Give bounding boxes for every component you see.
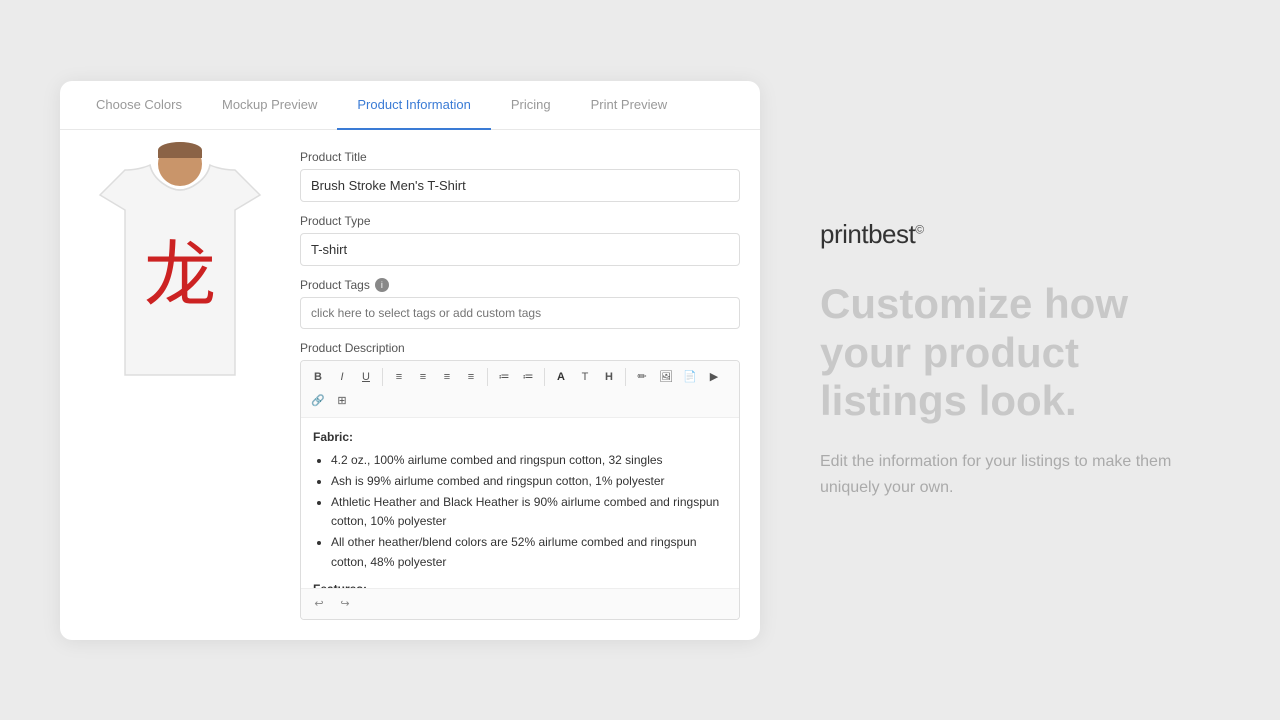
person-overlay [90, 150, 270, 400]
sep3 [544, 368, 545, 386]
undo-btn[interactable]: ↩ [309, 594, 329, 614]
product-tags-label-row: Product Tags i [300, 278, 740, 292]
right-side: printbest© Customize how your product li… [800, 199, 1220, 520]
underline-btn[interactable]: U [355, 366, 377, 388]
product-type-label: Product Type [300, 214, 740, 228]
fabric-item-0: 4.2 oz., 100% airlume combed and ringspu… [331, 451, 727, 470]
table-btn[interactable]: ⊞ [331, 390, 353, 412]
image-btn[interactable]: 🖼 [655, 366, 677, 388]
sep2 [487, 368, 488, 386]
tab-choose-colors[interactable]: Choose Colors [76, 81, 202, 130]
product-tags-label: Product Tags [300, 278, 370, 292]
fabric-item-2: Athletic Heather and Black Heather is 90… [331, 493, 727, 531]
redo-btn[interactable]: ↪ [335, 594, 355, 614]
product-title-group: Product Title [300, 150, 740, 202]
product-description-label: Product Description [300, 341, 740, 355]
product-title-input[interactable] [300, 169, 740, 202]
product-description-group: Product Description B I U ≡ ≡ ≡ ≡ [300, 341, 740, 620]
align-center-btn[interactable]: ≡ [412, 366, 434, 388]
tab-mockup-preview[interactable]: Mockup Preview [202, 81, 337, 130]
product-type-input[interactable] [300, 233, 740, 266]
align-left-btn[interactable]: ≡ [388, 366, 410, 388]
page-wrapper: Choose Colors Mockup Preview Product Inf… [0, 0, 1280, 720]
brand-name: printbest [820, 219, 915, 249]
card-body: 龙 Product Title [60, 130, 760, 640]
link-btn[interactable]: 🔗 [307, 390, 329, 412]
product-tags-group: Product Tags i [300, 278, 740, 329]
video-btn[interactable]: ▶ [703, 366, 725, 388]
bold-btn[interactable]: B [307, 366, 329, 388]
info-icon: i [375, 278, 389, 292]
font-color-btn[interactable]: A [550, 366, 572, 388]
list-ordered-btn[interactable]: ≔ [493, 366, 515, 388]
sep4 [625, 368, 626, 386]
description-editor: B I U ≡ ≡ ≡ ≡ ≔ ≔ A [300, 360, 740, 620]
tab-product-information[interactable]: Product Information [337, 81, 490, 130]
person-hair [158, 142, 202, 158]
text-style-btn[interactable]: T [574, 366, 596, 388]
main-card: Choose Colors Mockup Preview Product Inf… [60, 81, 760, 640]
editor-footer: ↩ ↪ [301, 588, 739, 619]
tab-pricing[interactable]: Pricing [491, 81, 571, 130]
hero-headline: Customize how your product listings look… [820, 280, 1200, 425]
hero-subtext: Edit the information for your listings t… [820, 449, 1200, 500]
tshirt-container: 龙 [90, 150, 270, 400]
product-tags-input[interactable] [300, 297, 740, 329]
italic-btn[interactable]: I [331, 366, 353, 388]
list-unordered-btn[interactable]: ≔ [517, 366, 539, 388]
doc-btn[interactable]: 📄 [679, 366, 701, 388]
fabric-item-3: All other heather/blend colors are 52% a… [331, 533, 727, 571]
fabric-item-1: Ash is 99% airlume combed and ringspun c… [331, 472, 727, 491]
fabric-title: Fabric: [313, 428, 727, 447]
tabs-bar: Choose Colors Mockup Preview Product Inf… [60, 81, 760, 130]
sep1 [382, 368, 383, 386]
form-area: Product Title Product Type Product Tags … [300, 150, 740, 620]
product-type-group: Product Type [300, 214, 740, 266]
align-justify-btn[interactable]: ≡ [460, 366, 482, 388]
features-title: Features: [313, 580, 727, 588]
brand-superscript: © [915, 223, 923, 237]
pen-btn[interactable]: ✏ [631, 366, 653, 388]
product-title-label: Product Title [300, 150, 740, 164]
align-right-btn[interactable]: ≡ [436, 366, 458, 388]
tab-print-preview[interactable]: Print Preview [571, 81, 688, 130]
product-image: 龙 [80, 150, 280, 620]
brand-logo: printbest© [820, 219, 1200, 250]
toolbar-row1: B I U ≡ ≡ ≡ ≡ ≔ ≔ A [301, 361, 739, 418]
heading-btn[interactable]: H [598, 366, 620, 388]
fabric-list: 4.2 oz., 100% airlume combed and ringspu… [313, 451, 727, 572]
editor-content-area[interactable]: Fabric: 4.2 oz., 100% airlume combed and… [301, 418, 739, 588]
